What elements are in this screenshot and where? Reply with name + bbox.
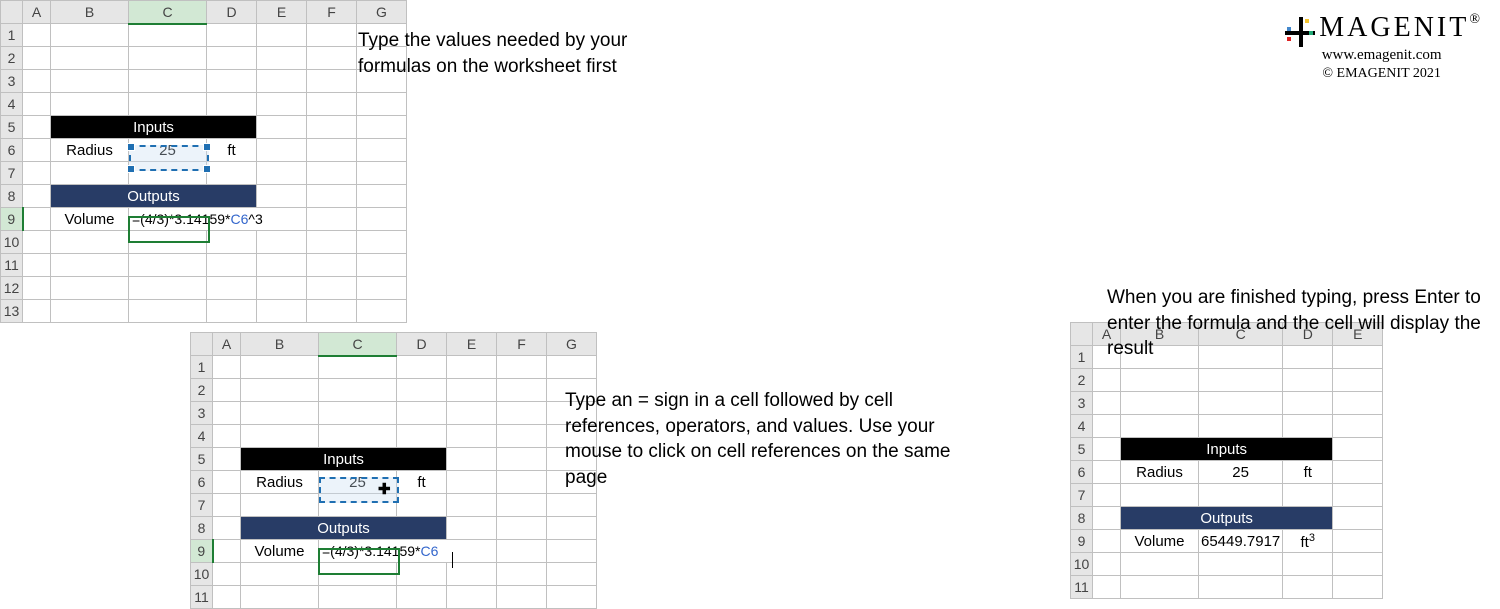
caption-panel-4: When you are finished typing, press Ente…	[1107, 285, 1500, 362]
cell-radius-label[interactable]: Radius	[1121, 461, 1199, 484]
col-header-d[interactable]: D	[207, 1, 257, 24]
cell-c6-selected[interactable]: 25	[319, 471, 397, 494]
row-header[interactable]: 3	[1071, 392, 1093, 415]
row-header-active[interactable]: 9	[191, 540, 213, 563]
cell-radius-label[interactable]: Radius	[241, 471, 319, 494]
corner-cell[interactable]	[1071, 323, 1093, 346]
row-header[interactable]: 6	[191, 471, 213, 494]
row-header[interactable]: 6	[1071, 461, 1093, 484]
cell-volume-unit[interactable]: ft3	[1283, 530, 1333, 553]
cell-formula-editing[interactable]: =(4/3)*3.14159*C6^3	[129, 208, 307, 231]
col-header-c-active[interactable]: C	[319, 333, 397, 356]
row-header[interactable]: 1	[1, 24, 23, 47]
row-header[interactable]: 11	[1071, 576, 1093, 599]
inputs-header: Inputs	[1121, 438, 1333, 461]
row-header[interactable]: 7	[191, 494, 213, 517]
corner-cell[interactable]	[1, 1, 23, 24]
cell-volume-label[interactable]: Volume	[51, 208, 129, 231]
cell-radius-unit[interactable]: ft	[397, 471, 447, 494]
row-header[interactable]: 3	[191, 402, 213, 425]
row-header-active[interactable]: 9	[1, 208, 23, 231]
cell-radius-unit[interactable]: ft	[1283, 461, 1333, 484]
row-header[interactable]: 1	[1071, 346, 1093, 369]
row-header[interactable]: 11	[1, 254, 23, 277]
row-header[interactable]: 3	[1, 70, 23, 93]
col-header-e[interactable]: E	[447, 333, 497, 356]
caption-panel-3: Type an = sign in a cell followed by cel…	[565, 388, 985, 491]
row-header[interactable]: 2	[1, 47, 23, 70]
row-header[interactable]: 11	[191, 586, 213, 609]
caption-panel-1: Type the values needed by your formulas …	[358, 28, 678, 79]
cell-radius-value[interactable]: 25	[1199, 461, 1283, 484]
col-header-f[interactable]: F	[497, 333, 547, 356]
row-header[interactable]: 12	[1, 277, 23, 300]
row-header[interactable]: 8	[1071, 507, 1093, 530]
cell-radius-label[interactable]: Radius	[51, 139, 129, 162]
sheet-panel-3[interactable]: A B C D E F G 1 2 3 4 5 Inputs 6 Radius25f…	[190, 332, 597, 609]
row-header[interactable]: 6	[1, 139, 23, 162]
row-header[interactable]: 5	[1, 116, 23, 139]
emagenit-logo-icon	[1283, 15, 1317, 49]
row-header[interactable]: 2	[1071, 369, 1093, 392]
corner-cell[interactable]	[191, 333, 213, 356]
row-header[interactable]: 7	[1071, 484, 1093, 507]
outputs-header: Outputs	[241, 517, 447, 540]
row-header[interactable]: 5	[191, 448, 213, 471]
outputs-header: Outputs	[51, 185, 257, 208]
row-header[interactable]: 5	[1071, 438, 1093, 461]
inputs-header: Inputs	[51, 116, 257, 139]
col-header-c-active[interactable]: C	[129, 1, 207, 24]
row-header[interactable]: 10	[191, 563, 213, 586]
cell-volume-result[interactable]: 65449.7917	[1199, 530, 1283, 553]
cell-volume-label[interactable]: Volume	[241, 540, 319, 563]
row-header[interactable]: 4	[191, 425, 213, 448]
outputs-header: Outputs	[1121, 507, 1333, 530]
row-header[interactable]: 4	[1, 93, 23, 116]
col-header-e[interactable]: E	[257, 1, 307, 24]
row-header[interactable]: 7	[1, 162, 23, 185]
row-header[interactable]: 8	[191, 517, 213, 540]
brand-logo: MAGENIT® www.emagenit.com © EMAGENIT 202…	[1283, 12, 1480, 82]
row-header[interactable]: 9	[1071, 530, 1093, 553]
row-header[interactable]: 2	[191, 379, 213, 402]
col-header-a[interactable]: A	[23, 1, 51, 24]
col-header-g[interactable]: G	[547, 333, 597, 356]
col-header-b[interactable]: B	[241, 333, 319, 356]
col-header-a[interactable]: A	[213, 333, 241, 356]
cell-radius-unit[interactable]: ft	[207, 139, 257, 162]
cell-volume-label[interactable]: Volume	[1121, 530, 1199, 553]
row-header[interactable]: 10	[1071, 553, 1093, 576]
col-header-d[interactable]: D	[397, 333, 447, 356]
col-header-g[interactable]: G	[357, 1, 407, 24]
cell-c6-selected[interactable]: 25	[129, 139, 207, 162]
col-header-b[interactable]: B	[51, 1, 129, 24]
row-header[interactable]: 4	[1071, 415, 1093, 438]
col-header-f[interactable]: F	[307, 1, 357, 24]
row-header[interactable]: 8	[1, 185, 23, 208]
sheet-panel-4[interactable]: A B C D E 1 2 3 4 5Inputs 6Radius25ft 7 …	[1070, 322, 1383, 599]
row-header[interactable]: 13	[1, 300, 23, 323]
cell-formula-editing[interactable]: =(4/3)*3.14159*C6	[319, 540, 497, 563]
row-header[interactable]: 10	[1, 231, 23, 254]
inputs-header: Inputs	[241, 448, 447, 471]
sheet-panel-2[interactable]: A B C D E 1 2 3 4 5Inputs 6Radius25ft 7 …	[0, 0, 307, 277]
row-header[interactable]: 1	[191, 356, 213, 379]
